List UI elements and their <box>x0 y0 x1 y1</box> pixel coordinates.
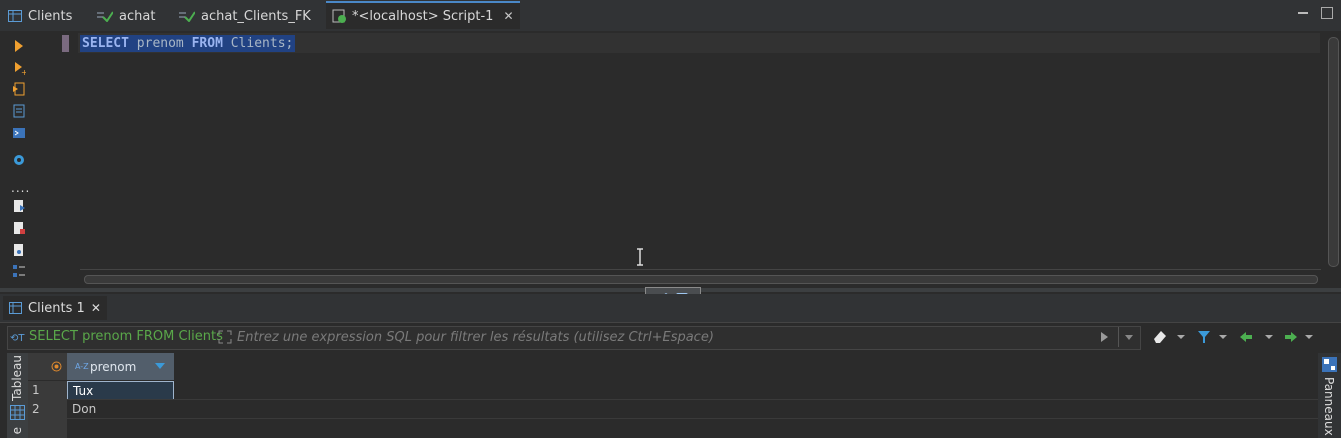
more-icon[interactable]: .... <box>11 181 30 195</box>
results-grid <box>28 353 1318 438</box>
panels-icon[interactable] <box>1322 357 1337 372</box>
maximize-icon[interactable] <box>1321 7 1333 19</box>
close-icon[interactable]: ✕ <box>503 9 513 23</box>
console-icon[interactable] <box>12 126 26 140</box>
sql-keyword: FROM <box>191 36 223 51</box>
editor-tab-bar: Clients achat achat_Clients_FK *<localho… <box>0 0 1341 32</box>
apply-filter-icon[interactable] <box>1098 330 1110 344</box>
sql-filter-icon[interactable]: ⟲T <box>10 330 26 344</box>
string-type-icon: A-Z <box>75 362 89 371</box>
sql-identifier: prenom <box>128 36 192 51</box>
sql-statement[interactable]: SELECT prenom FROM Clients; <box>80 35 296 52</box>
forward-arrow-icon[interactable] <box>1283 329 1321 345</box>
sort-dropdown-icon[interactable] <box>155 363 165 370</box>
tab-script-1[interactable]: *<localhost> Script-1 ✕ <box>326 1 520 29</box>
execute-script-icon[interactable] <box>12 82 26 96</box>
export-icon[interactable] <box>12 199 26 213</box>
column-header-label: prenom <box>90 360 137 374</box>
close-icon[interactable]: ✕ <box>91 301 101 315</box>
chevron-down-icon <box>1125 335 1133 340</box>
results-tab-bar <box>0 294 1341 323</box>
outline-icon[interactable] <box>12 264 26 278</box>
horizontal-scrollbar[interactable] <box>84 275 1318 284</box>
tab-tableau[interactable]: Tableau <box>10 355 24 401</box>
line-marker <box>62 35 69 52</box>
sql-identifier: Clients; <box>222 36 294 51</box>
select-all-icon <box>51 361 62 372</box>
tab-label: achat <box>119 8 156 24</box>
vertical-scrollbar[interactable] <box>1328 37 1339 267</box>
filter-funnel-icon[interactable] <box>1196 329 1232 345</box>
minimize-icon[interactable] <box>1298 12 1308 14</box>
check-sql-icon <box>97 11 113 22</box>
tab-label: Clients <box>28 8 73 24</box>
right-panel-strip: Panneaux <box>1318 353 1341 438</box>
query-text: SELECT prenom FROM Clients <box>29 329 223 344</box>
row-number-empty <box>28 419 67 438</box>
load-script-icon[interactable] <box>12 243 26 257</box>
svg-text:+: + <box>21 68 26 75</box>
sql-editor[interactable] <box>0 31 1341 286</box>
side-panel-tabs: Tableau e <box>7 353 28 438</box>
table-icon <box>8 10 22 22</box>
tab-results-clients-1[interactable]: Clients 1 ✕ <box>3 296 107 320</box>
grid-icon[interactable] <box>10 405 25 420</box>
execute-new-tab-icon[interactable]: + <box>12 61 26 75</box>
sql-keyword: SELECT <box>82 36 129 51</box>
text-cursor-icon <box>637 248 643 266</box>
filter-input[interactable]: Entrez une expression SQL pour filtrer l… <box>237 330 714 345</box>
table-icon <box>9 302 22 314</box>
expand-icon[interactable] <box>217 329 233 345</box>
table-cell[interactable]: Don <box>67 400 174 419</box>
settings-gear-icon[interactable] <box>12 153 26 167</box>
filter-history-dropdown[interactable] <box>1118 327 1139 347</box>
tab-clients[interactable]: Clients <box>8 2 72 30</box>
results-tab-label: Clients 1 <box>28 300 85 316</box>
back-arrow-icon[interactable] <box>1238 329 1276 345</box>
tab-panneaux[interactable]: Panneaux <box>1322 377 1336 436</box>
explain-plan-icon[interactable] <box>12 104 26 118</box>
tab-label: achat_Clients_FK <box>201 8 311 24</box>
editor-divider <box>80 269 1321 270</box>
svg-text:⟲T: ⟲T <box>10 333 25 344</box>
grid-corner[interactable] <box>28 353 67 380</box>
eraser-icon[interactable] <box>1152 329 1188 345</box>
delete-script-icon[interactable] <box>12 221 26 235</box>
row-divider <box>28 399 1318 400</box>
table-cell[interactable]: Tux <box>67 381 174 400</box>
row-number[interactable]: 2 <box>28 400 67 419</box>
tab-achat[interactable]: achat <box>97 2 155 30</box>
tab-text[interactable]: e <box>10 427 24 434</box>
script-icon <box>332 9 346 23</box>
execute-icon[interactable] <box>12 39 26 53</box>
tab-label: *<localhost> Script-1 <box>352 8 494 24</box>
row-number[interactable]: 1 <box>28 381 67 400</box>
row-divider <box>28 418 1318 419</box>
tab-achat-clients-fk[interactable]: achat_Clients_FK <box>179 2 311 30</box>
check-sql-icon <box>179 11 195 22</box>
editor-toolbar: + .... <box>0 31 38 286</box>
